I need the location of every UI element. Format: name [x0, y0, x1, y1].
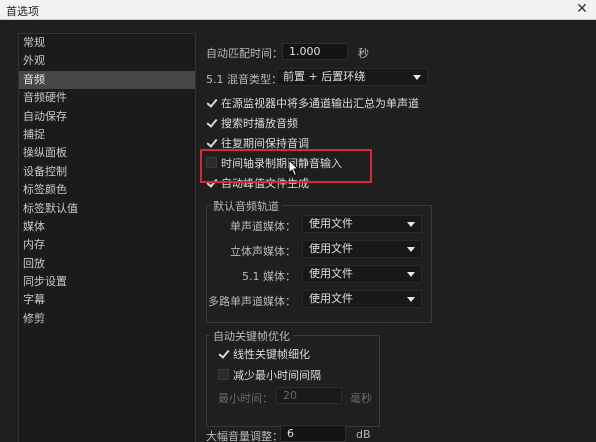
checkbox-min-interval-label: 减少最小时间间隔 — [233, 369, 321, 382]
large-volume-adjust-label: 大幅音量调整： — [206, 430, 283, 442]
sidebar-item-general[interactable]: 常规 — [19, 34, 195, 52]
sidebar-item-label-defaults[interactable]: 标签默认值 — [19, 200, 195, 218]
checkmark-icon — [206, 97, 217, 108]
sidebar-item-trim[interactable]: 修剪 — [19, 310, 195, 328]
annotation-highlight-box — [200, 149, 372, 183]
mono-media-label: 单声道媒体： — [230, 220, 296, 233]
five-one-media-label: 5.1 媒体： — [242, 270, 296, 283]
checkbox-linear-keyframe-label: 线性关键帧细化 — [233, 348, 310, 361]
auto-match-time-label: 自动匹配时间： — [206, 47, 283, 60]
multi-mono-media-value: 使用文件 — [309, 292, 353, 305]
sidebar-item-control-surface[interactable]: 操纵面板 — [19, 144, 195, 162]
large-volume-adjust-unit: dB — [356, 428, 371, 441]
checkbox-mono-summing[interactable]: 在源监视器中将多通道输出汇总为单声道 — [206, 95, 419, 111]
window-title: 首选项 — [6, 5, 39, 18]
mono-media-value: 使用文件 — [309, 217, 353, 230]
default-audio-tracks-title: 默认音频轨道 — [210, 198, 282, 214]
chevron-down-icon — [407, 297, 415, 302]
min-time-input[interactable]: 20 — [276, 387, 342, 404]
mouse-cursor-icon — [288, 159, 300, 177]
auto-match-time-unit: 秒 — [358, 47, 369, 60]
keyframe-optimization-title: 自动关键帧优化 — [210, 328, 293, 344]
sidebar-item-device-control[interactable]: 设备控制 — [19, 163, 195, 181]
multi-mono-media-label: 多路单声道媒体： — [208, 295, 296, 308]
chevron-down-icon — [407, 222, 415, 227]
min-time-unit: 毫秒 — [350, 392, 372, 405]
min-time-label: 最小时间： — [218, 392, 273, 405]
checkbox-min-interval[interactable]: 减少最小时间间隔 — [218, 367, 321, 383]
sidebar-item-appearance[interactable]: 外观 — [19, 52, 195, 70]
window-titlebar: 首选项 ✕ — [0, 0, 596, 20]
sidebar-item-audio-hardware[interactable]: 音频硬件 — [19, 89, 195, 107]
stereo-media-value: 使用文件 — [309, 242, 353, 255]
stereo-media-select[interactable]: 使用文件 — [302, 240, 422, 258]
checkmark-icon — [206, 137, 217, 148]
sidebar-item-media[interactable]: 媒体 — [19, 218, 195, 236]
mix-type-value: 前置 + 后置环绕 — [283, 70, 366, 83]
close-icon[interactable]: ✕ — [574, 1, 590, 17]
sidebar-item-memory[interactable]: 内存 — [19, 236, 195, 254]
chevron-down-icon — [407, 272, 415, 277]
sidebar-item-audio[interactable]: 音频 — [19, 70, 195, 90]
sidebar-item-auto-save[interactable]: 自动保存 — [19, 108, 195, 126]
preferences-sidebar: 常规 外观 音频 音频硬件 自动保存 捕捉 操纵面板 设备控制 标签颜色 标签默… — [18, 33, 196, 442]
large-volume-adjust-input[interactable]: 6 — [280, 425, 346, 442]
multi-mono-media-select[interactable]: 使用文件 — [302, 290, 422, 308]
checkbox-mono-summing-label: 在源监视器中将多通道输出汇总为单声道 — [221, 97, 419, 110]
five-one-media-value: 使用文件 — [309, 267, 353, 280]
five-one-media-select[interactable]: 使用文件 — [302, 265, 422, 283]
preferences-dialog: 常规 外观 音频 音频硬件 自动保存 捕捉 操纵面板 设备控制 标签颜色 标签默… — [0, 20, 596, 442]
checkbox-unchecked-icon — [218, 369, 229, 380]
checkmark-icon — [206, 117, 217, 128]
chevron-down-icon — [407, 247, 415, 252]
stereo-media-label: 立体声媒体： — [230, 245, 296, 258]
mix-type-label: 5.1 混音类型： — [206, 73, 282, 86]
sidebar-item-label-colors[interactable]: 标签颜色 — [19, 181, 195, 199]
sidebar-item-captions[interactable]: 字幕 — [19, 291, 195, 309]
sidebar-item-capture[interactable]: 捕捉 — [19, 126, 195, 144]
audio-settings-panel: 自动匹配时间： 1.000 秒 5.1 混音类型： 前置 + 后置环绕 在源监视… — [196, 33, 596, 442]
checkbox-scrub-audio[interactable]: 搜索时播放音频 — [206, 115, 298, 131]
mix-type-select[interactable]: 前置 + 后置环绕 — [276, 68, 428, 86]
sidebar-item-sync-settings[interactable]: 同步设置 — [19, 273, 195, 291]
checkbox-linear-keyframe[interactable]: 线性关键帧细化 — [218, 346, 310, 362]
chevron-down-icon — [413, 75, 421, 80]
mono-media-select[interactable]: 使用文件 — [302, 215, 422, 233]
sidebar-item-playback[interactable]: 回放 — [19, 255, 195, 273]
auto-match-time-input[interactable]: 1.000 — [282, 43, 348, 60]
checkmark-icon — [218, 348, 229, 359]
checkbox-scrub-audio-label: 搜索时播放音频 — [221, 117, 298, 130]
